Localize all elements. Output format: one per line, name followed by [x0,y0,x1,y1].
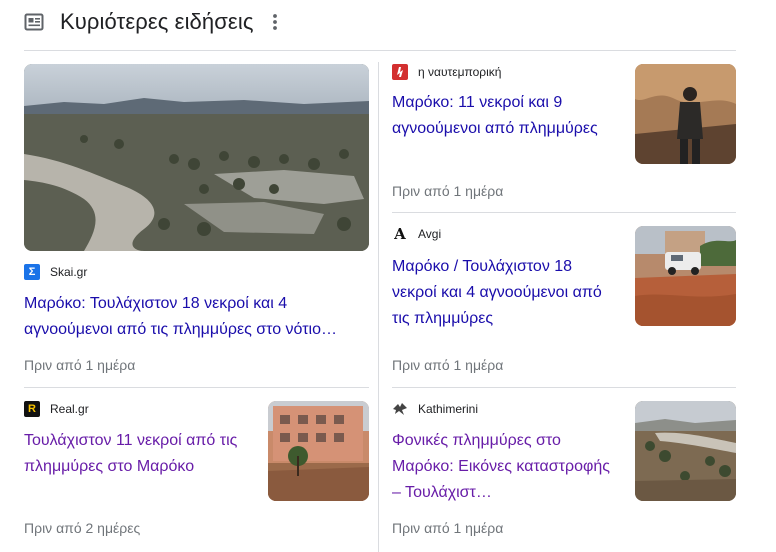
source-name: η ναυτεμπορική [418,65,502,79]
more-options-icon[interactable] [272,13,278,31]
main-story-time: Πριν από 1 ημέρα [24,357,136,373]
naftemporiki-story-image[interactable] [635,64,736,164]
avgi-a-icon: A [394,225,406,243]
newspaper-icon [24,13,44,31]
kathimerini-story-image[interactable] [635,401,736,501]
real-story-source: R Real.gr [24,401,89,417]
left-divider [24,387,369,388]
source-name: Kathimerini [418,402,479,416]
kathimerini-story-headline[interactable]: Φονικές πλημμύρες στο Μαρόκο: Εικόνες κα… [392,428,612,506]
kathimerini-story-source: Kathimerini [392,401,478,417]
real-story-headline[interactable]: Τουλάχιστον 11 νεκροί από τις πλημμύρες … [24,428,244,480]
real-r-icon: R [24,401,40,417]
naftemporiki-story-time: Πριν από 1 ημέρα [392,183,504,199]
source-name: Skai.gr [50,265,88,279]
kathimerini-story-time: Πριν από 1 ημέρα [392,520,504,536]
section-title: Κυριότερες ειδήσεις [60,9,254,34]
avgi-story-image[interactable] [635,226,736,326]
naftemporiki-story-headline[interactable]: Μαρόκο: 11 νεκροί και 9 αγνοούμενοι από … [392,90,612,142]
naftemporiki-story-source: η ναυτεμπορική [392,64,501,80]
right-divider-1 [392,212,736,213]
kathimerini-bird-icon [392,401,408,417]
avgi-story-source: A Avgi [392,225,442,243]
column-divider [378,62,379,552]
avgi-story-headline[interactable]: Μαρόκο / Τουλάχιστον 18 νεκροί και 4 αγν… [392,254,612,332]
main-story-image[interactable] [24,64,369,251]
source-name: Avgi [418,227,442,241]
main-story-source: Σ Skai.gr [24,264,87,280]
avgi-story-time: Πριν από 1 ημέρα [392,357,504,373]
real-story-image[interactable] [268,401,369,501]
section-header: Κυριότερες ειδήσεις [24,6,278,38]
main-story-headline[interactable]: Μαρόκο: Τουλάχιστον 18 νεκροί και 4 αγνο… [24,291,369,343]
header-divider [24,50,736,51]
skai-sigma-icon: Σ [24,264,40,280]
source-name: Real.gr [50,402,89,416]
right-divider-2 [392,387,736,388]
naftemporiki-icon [392,64,408,80]
real-story-time: Πριν από 2 ημέρες [24,520,141,536]
